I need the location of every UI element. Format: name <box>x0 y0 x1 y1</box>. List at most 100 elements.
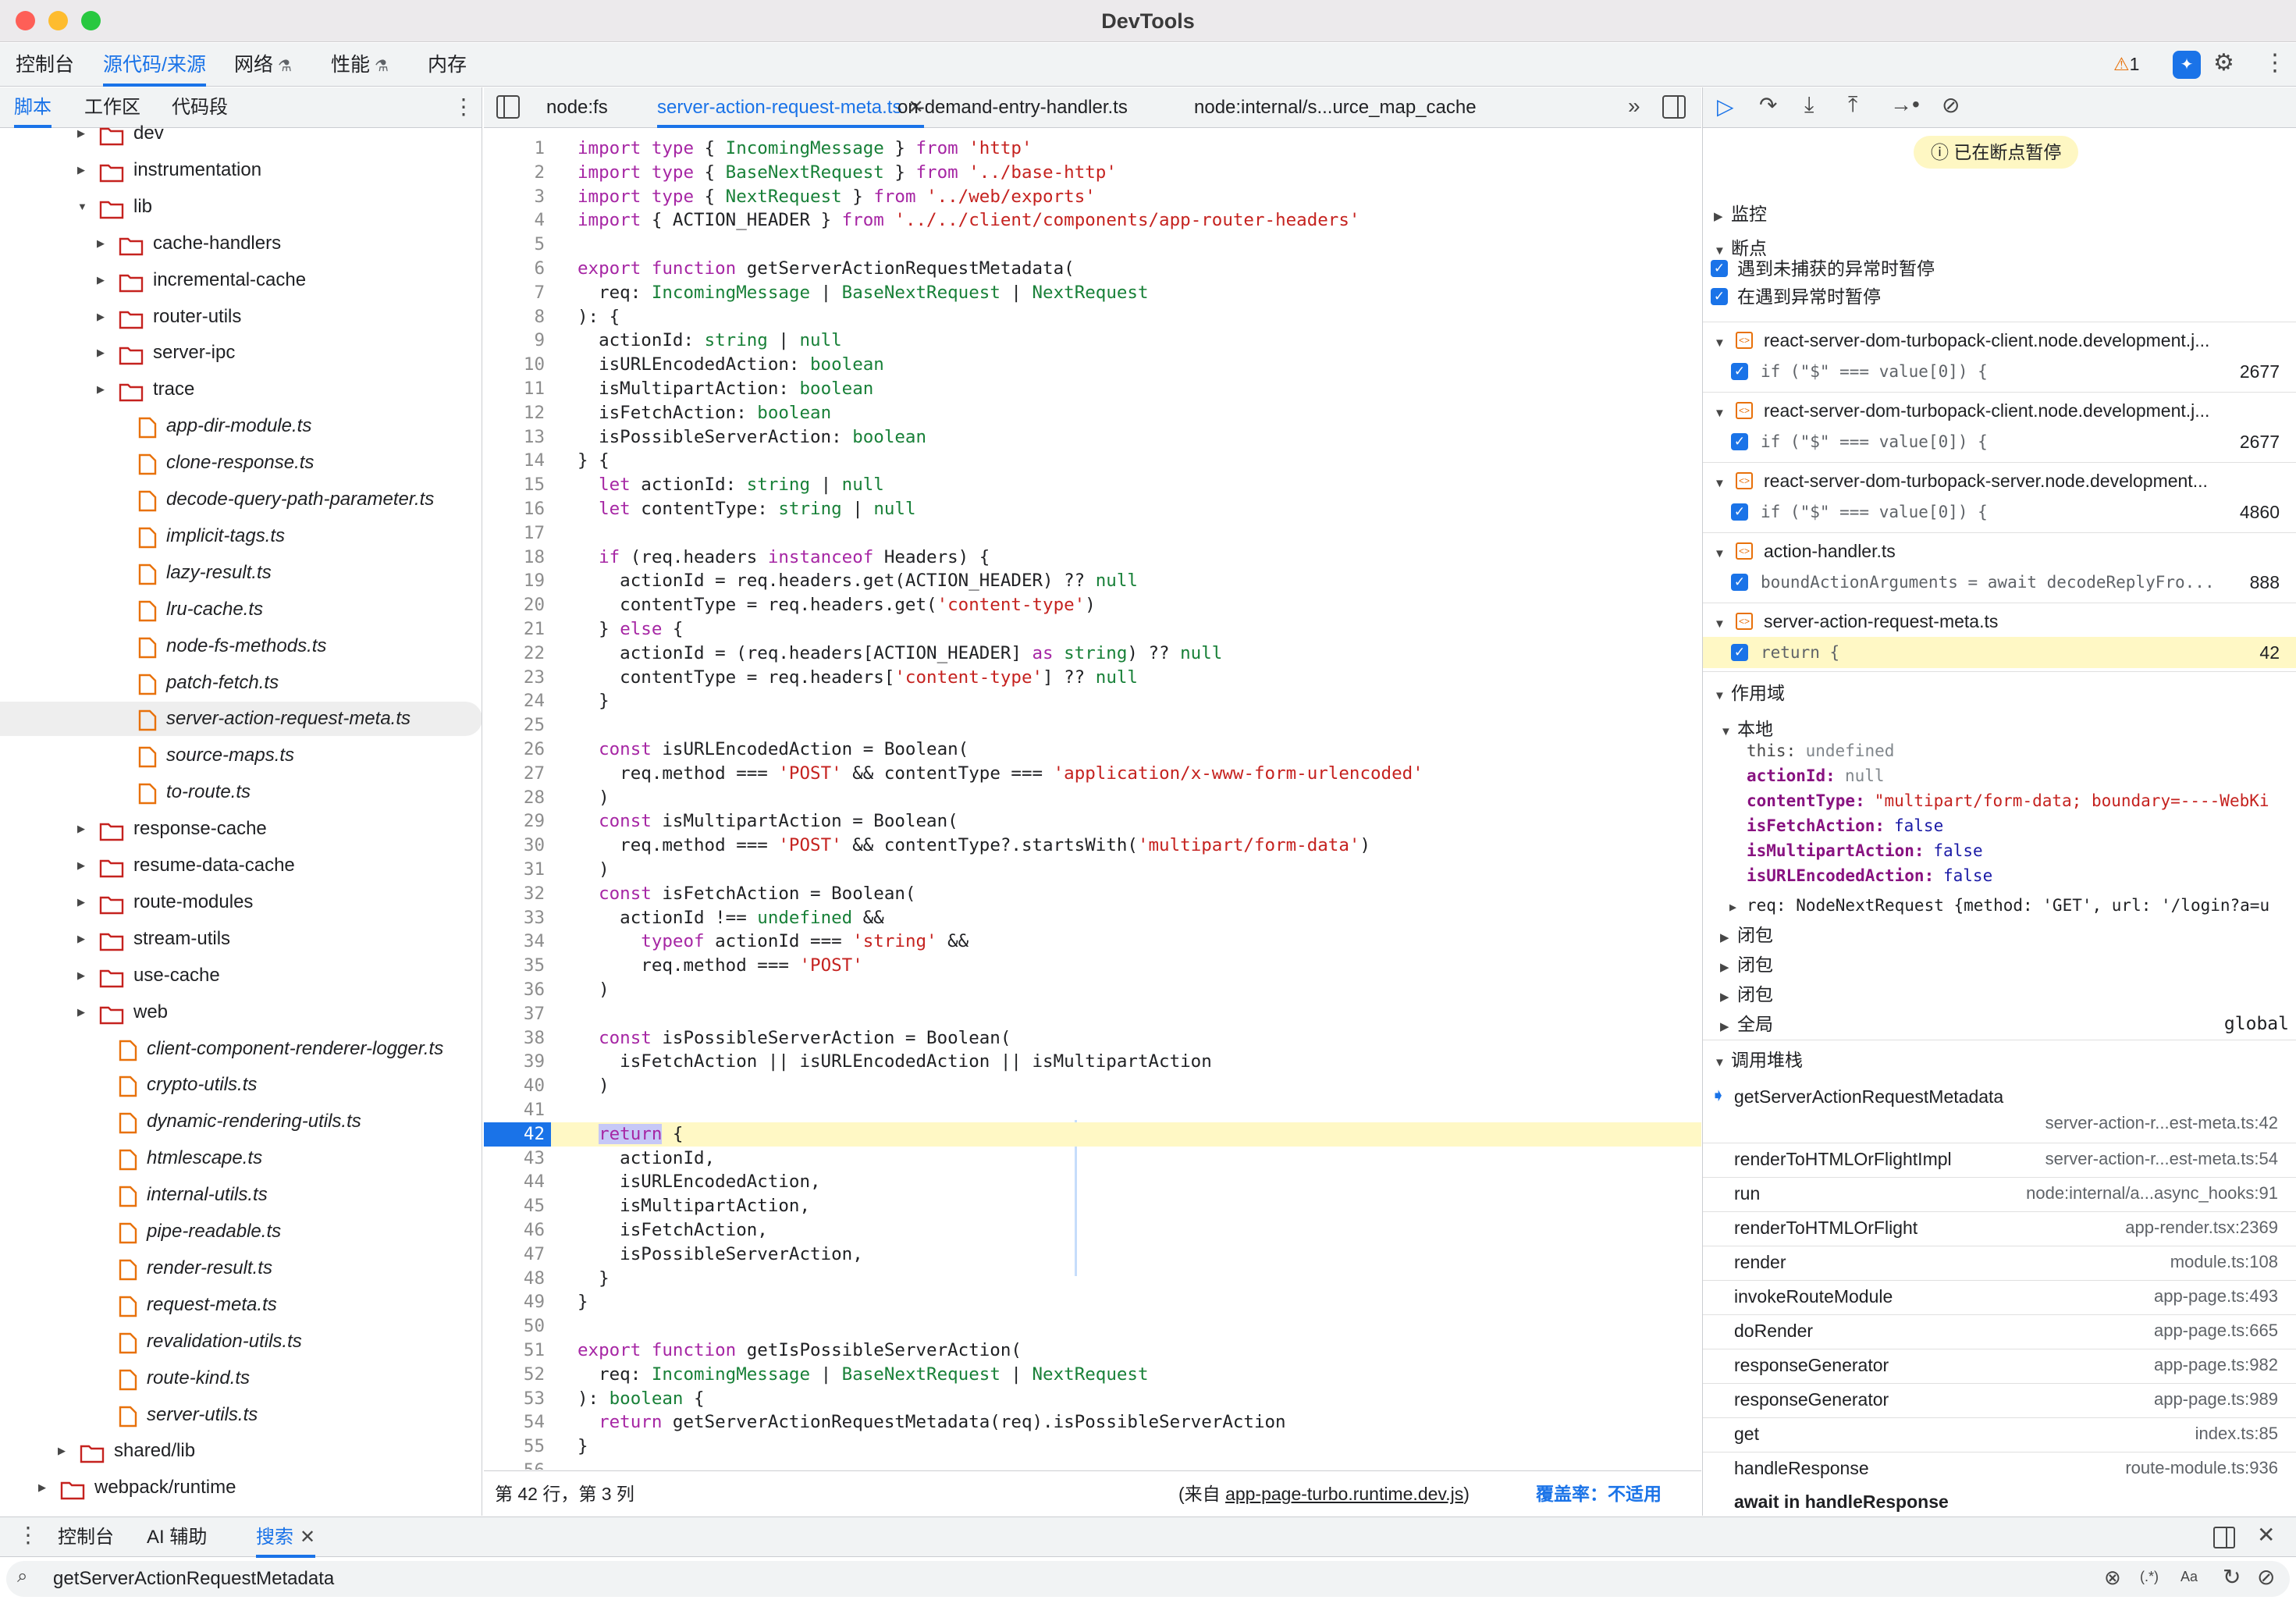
line-number[interactable]: 9 <box>484 329 545 353</box>
breakpoint-file[interactable]: ▼ <> react-server-dom-turbopack-client.nod… <box>1703 395 2296 426</box>
tree-item[interactable]: route-kind.ts <box>0 1361 482 1396</box>
scope-global[interactable]: ▶ 全局 global <box>1703 1008 2296 1040</box>
call-frame[interactable]: doRender app-page.ts:665 <box>1703 1314 2296 1349</box>
checkbox-checked-icon[interactable]: ✓ <box>1731 433 1748 450</box>
tree-item[interactable]: clone-response.ts <box>0 446 482 480</box>
regex-icon[interactable]: (.*) <box>2140 1569 2159 1585</box>
gear-icon[interactable]: ⚙ <box>2213 49 2234 76</box>
clear-results-icon[interactable]: ⊘ <box>2257 1564 2275 1590</box>
line-number[interactable]: 54 <box>484 1410 545 1435</box>
breakpoint-entry[interactable]: ✓ boundActionArguments = await decodeRepl… <box>1703 567 2296 598</box>
line-number[interactable]: 29 <box>484 809 545 834</box>
checkbox-checked-icon[interactable]: ✓ <box>1731 363 1748 380</box>
line-number[interactable]: 49 <box>484 1290 545 1314</box>
call-frame[interactable]: run node:internal/a...async_hooks:91 <box>1703 1177 2296 1211</box>
scope-variable[interactable]: actionId: null <box>1703 763 2296 788</box>
chevron-right-icon[interactable]: ▶ <box>77 848 93 883</box>
tab-memory[interactable]: 内存 <box>428 43 467 87</box>
line-number[interactable]: 41 <box>484 1098 545 1122</box>
more-vert-icon[interactable]: ⋮ <box>17 1522 39 1548</box>
match-case-icon[interactable]: Aa <box>2180 1569 2198 1585</box>
breakpoint-file[interactable]: ▼ <> react-server-dom-turbopack-server.nod… <box>1703 465 2296 496</box>
call-frame[interactable]: responseGenerator app-page.ts:982 <box>1703 1349 2296 1383</box>
warning-indicator[interactable]: ⚠1 <box>2113 54 2139 75</box>
line-number[interactable]: 40 <box>484 1074 545 1098</box>
call-frame[interactable]: renderToHTMLOrFlight app-render.tsx:2369 <box>1703 1211 2296 1246</box>
more-tabs-icon[interactable]: » <box>1628 94 1640 119</box>
tree-item[interactable]: client-component-renderer-logger.ts <box>0 1032 482 1066</box>
line-number[interactable]: 50 <box>484 1314 545 1339</box>
line-number[interactable]: 32 <box>484 882 545 906</box>
line-number[interactable]: 19 <box>484 569 545 593</box>
call-frame[interactable]: handleResponse <box>1703 1514 2296 1516</box>
tree-item[interactable]: dynamic-rendering-utils.ts <box>0 1104 482 1139</box>
line-number[interactable]: 28 <box>484 786 545 810</box>
tree-item[interactable]: ▶ instrumentation <box>0 153 482 187</box>
line-number[interactable]: 36 <box>484 978 545 1002</box>
line-number[interactable]: 37 <box>484 1002 545 1026</box>
tree-item[interactable]: patch-fetch.ts <box>0 666 482 700</box>
tree-item[interactable]: ▶ dev <box>0 116 482 151</box>
line-number[interactable]: 35 <box>484 954 545 978</box>
checkbox-checked-icon[interactable]: ✓ <box>1731 503 1748 521</box>
tree-item[interactable]: ▶ incremental-cache <box>0 263 482 297</box>
checkbox-checked-icon[interactable]: ✓ <box>1711 288 1728 305</box>
editor-tab-on-demand-entry-handler[interactable]: on-demand-entry-handler.ts <box>897 87 1128 128</box>
search-input[interactable]: getServerActionRequestMetadata <box>53 1568 334 1590</box>
tree-item[interactable]: decode-query-path-parameter.ts <box>0 482 482 517</box>
scope-variable[interactable]: isURLEncodedAction: false <box>1703 863 2296 888</box>
line-number[interactable]: 27 <box>484 762 545 786</box>
line-number[interactable]: 25 <box>484 713 545 738</box>
line-number[interactable]: 45 <box>484 1194 545 1218</box>
chevron-right-icon[interactable]: ▶ <box>77 116 93 151</box>
editor-tab-server-action-request-meta[interactable]: server-action-request-meta.ts ✕ <box>657 87 924 128</box>
tree-item[interactable]: lazy-result.ts <box>0 556 482 590</box>
scope-variable[interactable]: isMultipartAction: false <box>1703 838 2296 863</box>
toggle-debugger-icon[interactable] <box>1662 95 1686 119</box>
tree-item[interactable]: crypto-utils.ts <box>0 1068 482 1102</box>
line-number[interactable]: 20 <box>484 593 545 617</box>
tree-item[interactable]: ▶ response-cache <box>0 812 482 846</box>
tree-item[interactable]: implicit-tags.ts <box>0 519 482 553</box>
chevron-right-icon[interactable]: ▶ <box>77 995 93 1029</box>
editor-tab-source-map-cache[interactable]: node:internal/s...urce_map_cache <box>1194 87 1477 128</box>
line-number[interactable]: 3 <box>484 185 545 209</box>
section-scope[interactable]: ▼ 作用域 <box>1703 677 2296 709</box>
scope-closure[interactable]: ▶ 闭包 <box>1703 949 2296 980</box>
line-number[interactable]: 1 <box>484 137 545 161</box>
more-vert-icon[interactable]: ⋮ <box>2263 49 2287 76</box>
tree-item[interactable]: server-utils.ts <box>0 1398 482 1432</box>
tree-item[interactable]: ▶ resume-data-cache <box>0 848 482 883</box>
line-number[interactable]: 14 <box>484 449 545 473</box>
section-call-stack[interactable]: ▼ 调用堆栈 <box>1703 1044 2296 1076</box>
call-frame[interactable]: responseGenerator app-page.ts:989 <box>1703 1383 2296 1417</box>
tree-item[interactable]: ▶ stream-utils <box>0 922 482 956</box>
clear-search-icon[interactable]: ⊗ <box>2104 1566 2121 1590</box>
line-number[interactable]: 56 <box>484 1459 545 1470</box>
tree-item[interactable]: internal-utils.ts <box>0 1178 482 1212</box>
tab-console[interactable]: 控制台 <box>16 43 74 87</box>
line-number[interactable]: 34 <box>484 930 545 954</box>
breakpoint-entry[interactable]: ✓ if ("$" === value[0]) {2677 <box>1703 356 2296 387</box>
call-frame[interactable]: get index.ts:85 <box>1703 1417 2296 1452</box>
line-number[interactable]: 55 <box>484 1435 545 1459</box>
line-number[interactable]: 16 <box>484 497 545 521</box>
call-frame[interactable]: render module.ts:108 <box>1703 1246 2296 1280</box>
scope-closure[interactable]: ▶ 闭包 <box>1703 979 2296 1010</box>
tree-item[interactable]: server-action-request-meta.ts <box>0 702 482 737</box>
coverage-status[interactable]: 覆盖率：不适用 <box>1536 1471 1662 1516</box>
line-number[interactable]: 46 <box>484 1218 545 1243</box>
line-number[interactable]: 11 <box>484 377 545 401</box>
chevron-right-icon[interactable]: ▶ <box>97 372 112 407</box>
call-frame[interactable]: invokeRouteModule app-page.ts:493 <box>1703 1280 2296 1314</box>
line-number[interactable]: 21 <box>484 617 545 642</box>
tree-item[interactable]: ▶ shared/lib <box>0 1434 482 1468</box>
source-link[interactable]: app-page-turbo.runtime.dev.js <box>1225 1484 1463 1504</box>
line-number[interactable]: 33 <box>484 906 545 930</box>
line-number[interactable]: 22 <box>484 642 545 666</box>
line-number[interactable]: 39 <box>484 1050 545 1074</box>
call-frame[interactable]: ➧ getServerActionRequestMetadata server-ac… <box>1703 1080 2296 1143</box>
chevron-right-icon[interactable]: ▶ <box>58 1434 73 1468</box>
chevron-right-icon[interactable]: ▶ <box>77 812 93 846</box>
chevron-right-icon[interactable]: ▶ <box>19 1507 34 1516</box>
